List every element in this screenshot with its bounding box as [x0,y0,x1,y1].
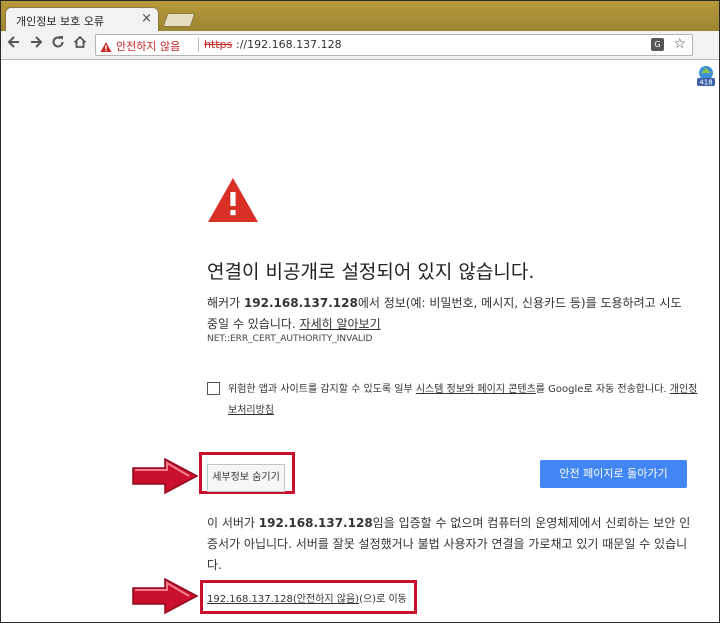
close-tab-icon[interactable]: × [141,11,152,26]
tab-strip: 개인정보 보호 오류 × [1,1,719,32]
address-bar[interactable]: 안전하지 않음 https ://192.168.137.128 G ☆ [95,34,693,56]
back-to-safety-button[interactable]: 안전 페이지로 돌아가기 [540,460,687,488]
toolbar: 안전하지 않음 https ://192.168.137.128 G ☆ 418 [1,31,719,87]
red-arrow-icon [129,457,199,499]
extension-icon[interactable]: 418 [697,64,715,87]
optin-text-part: 를 Google로 자동 전송합니다. [535,384,670,395]
bookmark-star-icon[interactable]: ☆ [673,36,686,52]
page-heading: 연결이 비공개로 설정되어 있지 않습니다. [207,261,535,283]
tab-privacy-error[interactable]: 개인정보 보호 오류 × [5,7,159,32]
divider [198,38,199,52]
intro-text-part: 해커가 [207,296,244,310]
error-code: NET::ERR_CERT_AUTHORITY_INVALID [207,334,373,344]
extension-badge: 418 [699,79,712,87]
details-text-part: 이 서버가 [207,516,259,530]
details-text: 이 서버가 192.168.137.128임을 입증할 수 없으며 컴퓨터의 운… [207,513,691,576]
forward-arrow-icon[interactable] [27,35,45,53]
url-scheme: https [204,38,233,51]
details-host: 192.168.137.128 [258,516,373,530]
back-arrow-icon[interactable] [5,35,23,53]
optin-text-part: 위험한 앱과 사이트를 감지할 수 있도록 일부 [228,384,416,395]
proceed-line: 192.168.137.128(안전하지 않음)(으)로 이동 [207,590,407,605]
learn-more-link[interactable]: 자세히 알아보기 [300,317,381,331]
hide-details-button[interactable]: 세부정보 숨기기 [207,464,285,492]
red-arrow-icon [129,577,199,619]
security-status[interactable]: 안전하지 않음 [116,38,180,54]
proceed-suffix: (으)로 이동 [359,594,407,605]
home-icon[interactable] [71,35,89,53]
send-info-checkbox[interactable] [207,382,220,395]
browser-window: 개인정보 보호 오류 × 안전하지 않음 https ://192.168.13… [0,0,720,623]
reload-icon[interactable] [49,35,67,53]
intro-host: 192.168.137.128 [243,296,358,310]
system-info-link[interactable]: 시스템 정보와 페이지 콘텐츠 [416,384,536,395]
optin-text: 위험한 앱과 사이트를 감지할 수 있도록 일부 시스템 정보와 페이지 콘텐츠… [228,379,698,421]
tab-title: 개인정보 보호 오류 [16,15,104,28]
translate-icon[interactable]: G [651,38,664,51]
intro-text: 해커가 192.168.137.128에서 정보(예: 비밀번호, 메시지, 신… [207,293,687,335]
new-tab-button[interactable] [162,13,196,27]
warning-icon[interactable] [100,38,112,57]
proceed-unsafe-link[interactable]: 192.168.137.128(안전하지 않음) [207,594,359,605]
url-host: ://192.168.137.128 [236,38,342,51]
warning-triangle-icon [207,177,259,227]
